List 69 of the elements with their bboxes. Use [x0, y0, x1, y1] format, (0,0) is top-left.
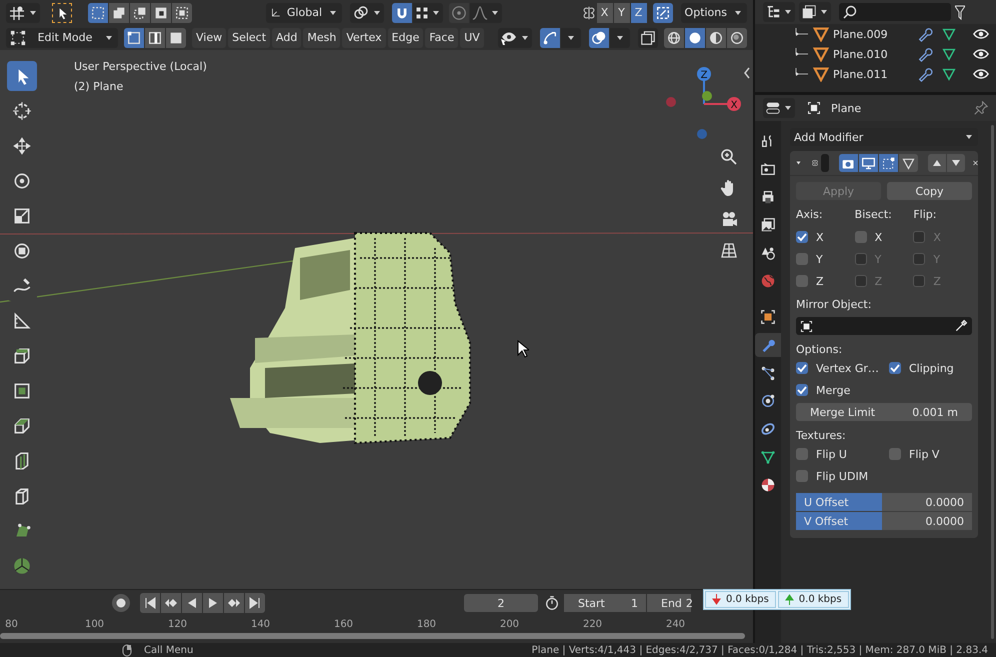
- merge-limit-field[interactable]: Merge Limit 0.001 m: [796, 403, 972, 421]
- frame-number: 160: [332, 618, 354, 630]
- checkbox-label: Flip U: [816, 448, 847, 460]
- checkbox-label: Z: [874, 274, 882, 288]
- mirror-object-label: Mirror Object:: [796, 298, 872, 313]
- checkbox-label: X: [874, 230, 882, 244]
- frame-number: 80: [4, 618, 19, 630]
- object-label: (2) Plane: [74, 80, 124, 93]
- checkbox-label: Z: [816, 274, 824, 288]
- menu-item[interactable]: Edge: [388, 28, 424, 48]
- section-label: Textures:: [796, 429, 847, 444]
- menu-item[interactable]: Vertex: [342, 28, 386, 48]
- checkbox-label: X: [933, 230, 941, 244]
- group-label: Bisect:: [854, 208, 893, 223]
- menu-item[interactable]: View: [192, 28, 226, 48]
- transform-orientation-dropdown[interactable]: Global: [266, 2, 342, 22]
- frame-number: 180: [416, 618, 438, 630]
- outliner-item[interactable]: Plane.011: [833, 68, 913, 80]
- group-label: Flip:: [913, 208, 938, 223]
- offset-slider[interactable]: U Offset 0.0000: [796, 493, 972, 511]
- frame-number: 240: [664, 618, 686, 630]
- checkbox-label: Z: [933, 274, 941, 288]
- copy-button[interactable]: Copy: [887, 182, 972, 200]
- checkbox-label: Merge: [816, 384, 850, 396]
- offset-slider[interactable]: V Offset 0.0000: [796, 512, 972, 530]
- scene-statistics: Plane | Verts:4/1,443 | Edges:4/2,737 | Faces:0/1,284 | Tris:2,553 | Mem: 287.0 MiB | 2.83.4: [532, 644, 988, 656]
- mirror-axis-toggle[interactable]: Z: [630, 2, 647, 22]
- frame-number: 100: [84, 618, 106, 630]
- slider-value: 0.0000: [926, 514, 964, 528]
- slider-label: U Offset: [804, 496, 849, 508]
- upload-rate: 0.0 kbps: [778, 591, 849, 608]
- checkbox-label: Y: [816, 252, 823, 266]
- end-frame-field[interactable]: End 2: [647, 594, 691, 612]
- checkbox-label: Y: [933, 252, 940, 266]
- menu-item[interactable]: UV: [460, 28, 484, 48]
- mirror-axis-toggle[interactable]: Y: [614, 2, 630, 22]
- checkbox-label: Vertex Gr…: [816, 362, 879, 374]
- group-label: Axis:: [796, 208, 824, 223]
- navigation-gizmo[interactable]: Z X: [664, 64, 744, 144]
- options-dropdown[interactable]: Options: [680, 2, 747, 22]
- slider-label: V Offset: [804, 514, 848, 528]
- checkbox-label: X: [816, 230, 824, 244]
- status-hint: Call Menu: [144, 644, 194, 656]
- outliner-item[interactable]: Plane.009: [833, 28, 913, 40]
- mode-dropdown[interactable]: Edit Mode: [6, 28, 118, 48]
- checkbox-label: Flip UDIM: [816, 470, 868, 482]
- frame-number: 120: [166, 618, 188, 630]
- menu-item[interactable]: Select: [228, 28, 270, 48]
- download-rate: 0.0 kbps: [705, 591, 776, 608]
- checkbox-label: Flip V: [909, 448, 940, 460]
- frame-number: 220: [582, 618, 604, 630]
- object-name: Plane: [831, 102, 862, 114]
- start-frame-field[interactable]: Start 1: [564, 594, 646, 612]
- current-frame-field[interactable]: 2: [464, 594, 538, 612]
- slider-value: 0.0000: [926, 496, 964, 508]
- view-name: User Perspective (Local): [74, 60, 207, 73]
- section-label: Options:: [796, 343, 844, 358]
- checkbox-label: Y: [874, 252, 882, 266]
- menu-item[interactable]: Mesh: [303, 28, 340, 48]
- outliner-item[interactable]: Plane.010: [833, 48, 913, 60]
- 3d-viewport[interactable]: User Perspective (Local) (2) Plane Z X: [0, 50, 753, 589]
- menu-item[interactable]: Add: [272, 28, 302, 48]
- checkbox-label: Clipping: [909, 362, 954, 374]
- add-modifier-dropdown[interactable]: Add Modifier: [790, 128, 978, 146]
- menu-item[interactable]: Face: [425, 28, 458, 48]
- frame-ruler[interactable]: 80 100 120 140 160 180 200 220 240: [0, 616, 753, 632]
- frame-number: 200: [498, 618, 520, 630]
- mirror-axis-toggle[interactable]: X: [596, 2, 613, 22]
- frame-number: 140: [250, 618, 272, 630]
